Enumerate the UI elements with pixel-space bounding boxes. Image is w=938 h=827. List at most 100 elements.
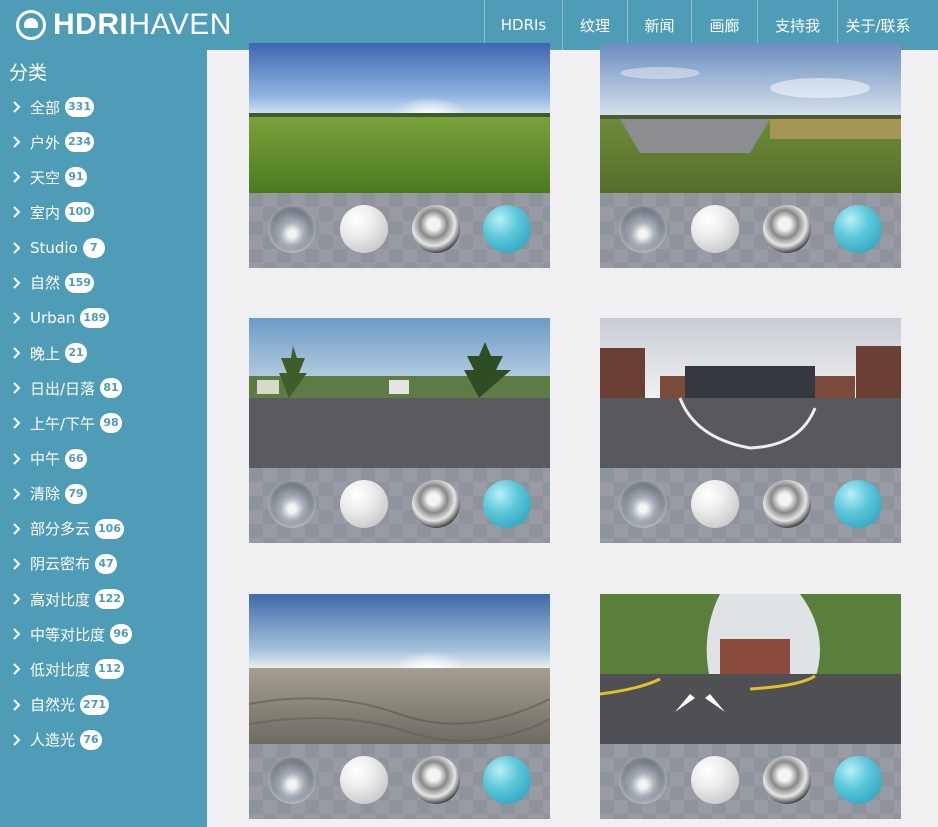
- diffuse-sphere: [340, 480, 388, 528]
- category-item[interactable]: 中等对比度 96: [12, 621, 133, 647]
- category-count-badge: 271: [80, 694, 109, 715]
- chrome-sphere: [763, 480, 811, 528]
- chevron-right-icon: [13, 277, 21, 289]
- hdrihaven-logo[interactable]: HDRIHAVEN: [16, 9, 232, 41]
- category-count-badge: 234: [65, 132, 94, 153]
- category-item[interactable]: 自然光 271: [12, 692, 109, 718]
- category-label: 自然光: [30, 696, 76, 715]
- tree-lined-street-pano: [600, 594, 901, 744]
- hdri-card[interactable]: [600, 594, 901, 819]
- category-label: 中午: [30, 450, 61, 468]
- material-spheres: [600, 468, 901, 543]
- diffuse-sphere: [691, 756, 739, 804]
- cyan-sphere: [483, 756, 531, 804]
- category-count-badge: 122: [95, 589, 124, 610]
- chevron-right-icon: [13, 733, 21, 746]
- category-count-badge: 91: [65, 167, 88, 188]
- material-spheres: [249, 193, 550, 268]
- category-item[interactable]: 上午/下午 98: [12, 410, 123, 436]
- category-count-badge: 21: [65, 343, 88, 364]
- category-item[interactable]: 人造光 76: [12, 727, 103, 753]
- chevron-right-icon: [13, 417, 21, 430]
- sand-beach-pano: [249, 594, 550, 744]
- material-spheres: [600, 744, 901, 819]
- category-item[interactable]: 高对比度 122: [12, 586, 124, 612]
- chevron-right-icon: [13, 241, 21, 254]
- category-count-badge: 159: [65, 272, 94, 293]
- category-item[interactable]: Studio 7: [12, 235, 105, 261]
- chevron-right-icon: [13, 558, 21, 570]
- category-count-badge: 98: [100, 413, 123, 434]
- category-item[interactable]: 全部 331: [12, 94, 94, 120]
- category-label: 高对比度: [30, 590, 91, 609]
- cyan-sphere: [483, 205, 531, 253]
- chevron-right-icon: [13, 347, 21, 359]
- category-item[interactable]: Urban 189: [12, 305, 110, 331]
- glass-sphere: [619, 205, 667, 253]
- urban-street-pano: [600, 318, 901, 468]
- chrome-sphere: [763, 205, 811, 253]
- chevron-right-icon: [13, 523, 21, 535]
- hdri-card[interactable]: [600, 43, 901, 268]
- category-count-badge: 96: [110, 624, 133, 645]
- hdri-card[interactable]: [249, 318, 550, 543]
- category-item[interactable]: 部分多云 106: [12, 516, 124, 542]
- hdri-card[interactable]: [249, 594, 550, 819]
- country-road-pano: [600, 43, 901, 193]
- material-spheres: [600, 193, 901, 268]
- category-count-badge: 106: [95, 518, 124, 539]
- chevron-right-icon: [13, 628, 21, 640]
- diffuse-sphere: [691, 205, 739, 253]
- material-spheres: [249, 744, 550, 819]
- chevron-right-icon: [13, 663, 21, 676]
- category-item[interactable]: 日出/日落 81: [12, 375, 123, 401]
- category-count-badge: 79: [65, 483, 88, 504]
- cyan-sphere: [834, 480, 882, 528]
- cyan-sphere: [834, 205, 882, 253]
- chevron-right-icon: [13, 171, 21, 184]
- chrome-sphere: [412, 205, 460, 253]
- category-label: 清除: [30, 485, 61, 504]
- category-label: 自然: [30, 274, 61, 293]
- category-item[interactable]: 晚上 21: [12, 340, 88, 366]
- sidebar-title: 分类: [9, 62, 48, 84]
- category-item[interactable]: 清除 79: [12, 481, 88, 507]
- category-label: 晚上: [30, 344, 61, 363]
- category-count-badge: 47: [95, 553, 118, 574]
- logo-mark-icon: [16, 10, 46, 40]
- category-count-badge: 112: [95, 659, 124, 680]
- chevron-right-icon: [13, 698, 21, 711]
- diffuse-sphere: [691, 480, 739, 528]
- park-plaza-pano: [249, 318, 550, 468]
- category-item[interactable]: 室内 100: [12, 199, 94, 225]
- hdri-card[interactable]: [600, 318, 901, 543]
- category-item[interactable]: 阴云密布 47: [12, 551, 118, 577]
- category-label: 全部: [30, 98, 61, 117]
- category-item[interactable]: 户外 234: [12, 129, 94, 155]
- chevron-right-icon: [13, 312, 21, 324]
- category-count-badge: 81: [100, 378, 123, 399]
- hdri-card[interactable]: [249, 43, 550, 268]
- category-count-badge: 76: [80, 729, 103, 750]
- glass-sphere: [268, 480, 316, 528]
- logo-text-bold: HDRI: [53, 8, 129, 41]
- category-label: 部分多云: [30, 520, 91, 539]
- diffuse-sphere: [340, 756, 388, 804]
- category-item[interactable]: 中午 66: [12, 446, 88, 472]
- chrome-sphere: [412, 756, 460, 804]
- category-item[interactable]: 自然 159: [12, 270, 94, 296]
- category-item[interactable]: 低对比度 112: [12, 656, 124, 682]
- category-label: 室内: [30, 203, 61, 222]
- category-count-badge: 100: [65, 202, 94, 223]
- category-label: 天空: [30, 168, 61, 187]
- glass-sphere: [619, 756, 667, 804]
- category-label: 上午/下午: [30, 414, 96, 433]
- diffuse-sphere: [340, 205, 388, 253]
- cyan-sphere: [483, 480, 531, 528]
- cyan-sphere: [834, 756, 882, 804]
- category-item[interactable]: 天空 91: [12, 164, 88, 190]
- chevron-right-icon: [13, 101, 21, 113]
- chevron-right-icon: [13, 136, 21, 148]
- category-label: 日出/日落: [30, 379, 96, 398]
- chevron-right-icon: [13, 382, 21, 394]
